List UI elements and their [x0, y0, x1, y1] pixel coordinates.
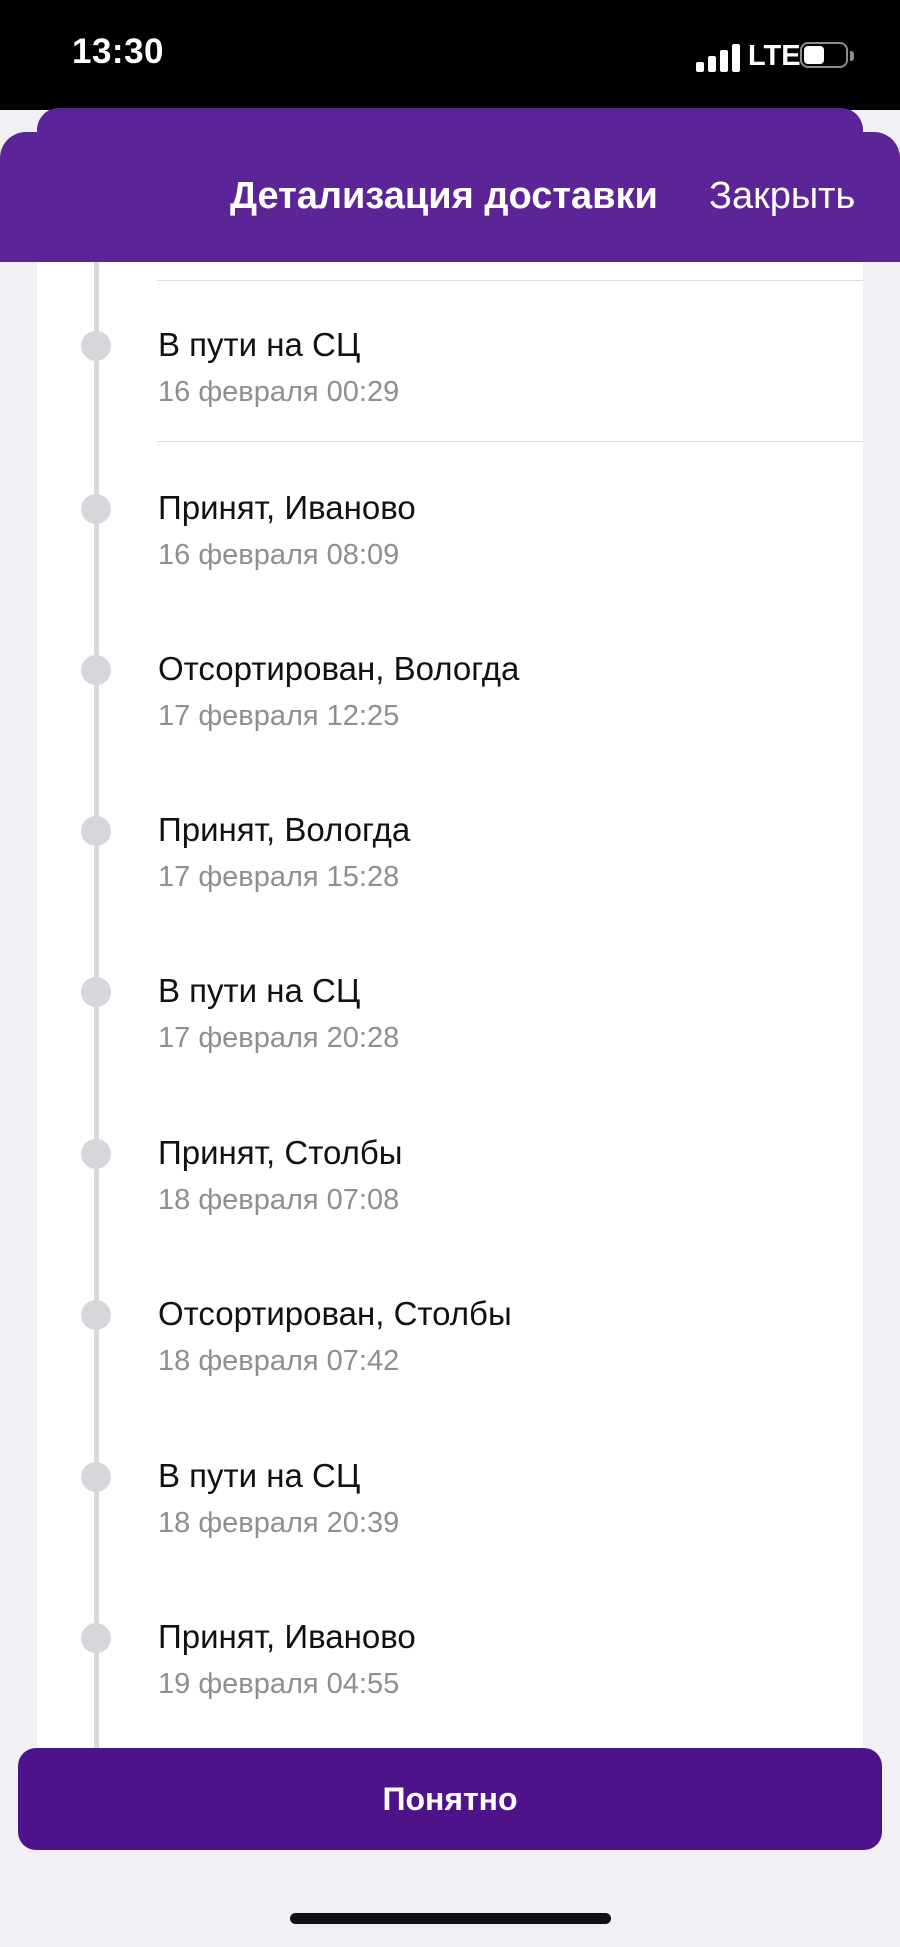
- timeline-dot-icon: [81, 1623, 111, 1653]
- timeline-event: Принят, Вологда 17 февраля 15:28: [37, 799, 863, 929]
- timeline-event: Принят, Иваново 16 февраля 08:09: [37, 477, 863, 607]
- event-datetime: 18 февраля 07:08: [158, 1184, 400, 1216]
- event-datetime: 16 февраля 00:29: [158, 376, 400, 408]
- event-datetime: 17 февраля 12:25: [158, 700, 400, 732]
- timeline-dot-icon: [81, 1139, 111, 1169]
- timeline-event: Принят, Столбы 18 февраля 07:08: [37, 1122, 863, 1252]
- event-status: Отсортирован, Столбы: [158, 1295, 512, 1332]
- timeline-dot-icon: [81, 816, 111, 846]
- event-datetime: 19 февраля 04:55: [158, 1668, 400, 1700]
- event-datetime: 17 февраля 20:28: [158, 1022, 400, 1054]
- timeline-dot-icon: [81, 655, 111, 685]
- event-datetime: 16 февраля 08:09: [158, 539, 400, 571]
- timeline-dot-icon: [81, 1300, 111, 1330]
- event-datetime: 17 февраля 15:28: [158, 861, 400, 893]
- timeline-event: Принят, Иваново 19 февраля 04:55: [37, 1606, 863, 1736]
- event-status: Отсортирован, Вологда: [158, 650, 520, 687]
- battery-icon: [800, 42, 856, 72]
- timeline-event: Отсортирован, Столбы 18 февраля 07:42: [37, 1283, 863, 1413]
- page-title: Детализация доставки: [230, 175, 658, 217]
- cellular-signal-icon: [696, 44, 742, 72]
- ok-button[interactable]: Понятно: [18, 1748, 882, 1850]
- timeline-event: Отсортирован, Вологда 17 февраля 12:25: [37, 638, 863, 768]
- timeline-dot-icon: [81, 1462, 111, 1492]
- event-datetime: 18 февраля 20:39: [158, 1507, 400, 1539]
- status-time: 13:30: [72, 32, 165, 71]
- event-status: Принят, Иваново: [158, 1618, 416, 1655]
- timeline-dot-icon: [81, 494, 111, 524]
- timeline-dot-icon: [81, 977, 111, 1007]
- timeline-event: В пути на СЦ 18 февраля 20:39: [37, 1445, 863, 1575]
- event-status: Принят, Вологда: [158, 811, 411, 848]
- status-bar: 13:30 LTE: [0, 0, 900, 110]
- event-status: В пути на СЦ: [158, 1457, 361, 1494]
- event-status: В пути на СЦ: [158, 972, 361, 1009]
- divider: [157, 280, 863, 281]
- network-label: LTE: [748, 40, 801, 72]
- home-indicator[interactable]: [290, 1913, 611, 1924]
- close-button[interactable]: Закрыть: [709, 175, 855, 218]
- event-status: Принят, Столбы: [158, 1134, 403, 1171]
- timeline-dot-icon: [81, 331, 111, 361]
- sheet-header: Детализация доставки Закрыть: [0, 132, 900, 262]
- battery-level: [804, 46, 824, 64]
- timeline-event: В пути на СЦ 17 февраля 20:28: [37, 960, 863, 1090]
- event-status: В пути на СЦ: [158, 326, 361, 363]
- timeline-event: В пути на СЦ 16 февраля 00:29: [37, 314, 863, 444]
- event-datetime: 18 февраля 07:42: [158, 1345, 400, 1377]
- event-status: Принят, Иваново: [158, 489, 416, 526]
- delivery-details-sheet: В пути на СЦ 16 февраля 00:29 Принят, Ив…: [37, 200, 863, 1760]
